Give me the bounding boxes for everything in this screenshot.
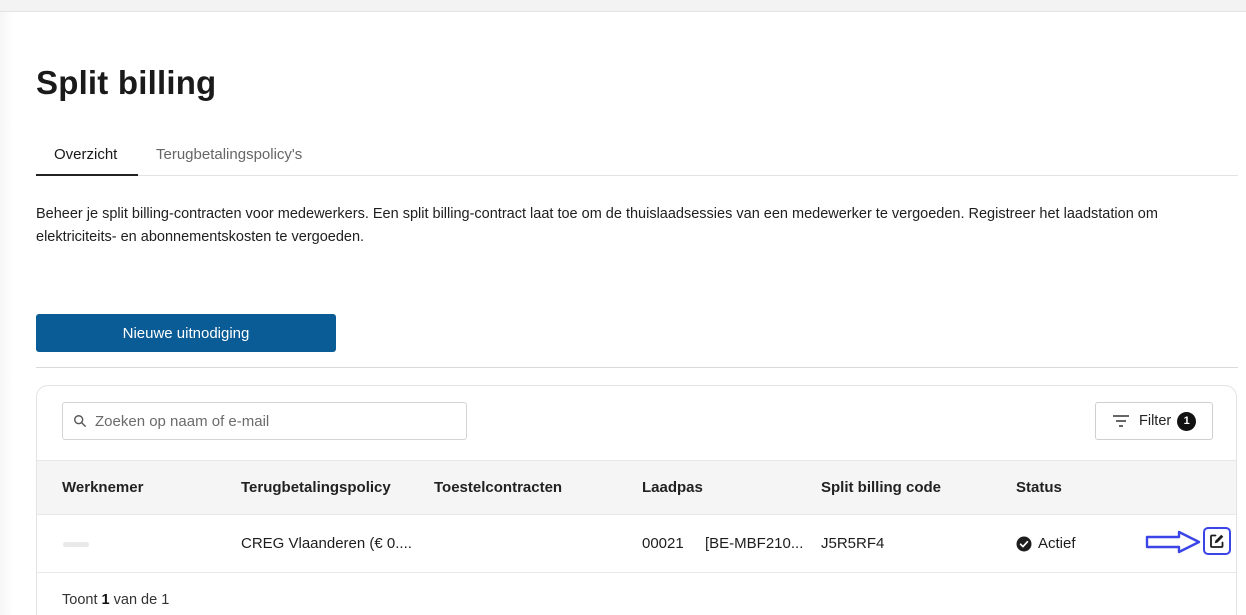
page-title: Split billing [36,64,217,101]
tab-terugbetalingspolicys[interactable]: Terugbetalingspolicy's [156,146,302,163]
edit-button[interactable] [1203,527,1231,555]
column-header-split-billing-code[interactable]: Split billing code [821,479,941,496]
section-divider [36,367,1238,368]
search-box[interactable] [62,402,467,440]
contracts-card: Filter 1 Werknemer Terugbetalingspolicy … [36,385,1237,615]
arrow-right-icon [1145,530,1201,554]
cell-policy: CREG Vlaanderen (€ 0.... [241,535,412,552]
cell-split-billing-code: J5R5RF4 [821,535,885,552]
edit-icon [1210,534,1224,548]
search-icon [74,415,86,427]
search-input[interactable] [95,412,455,430]
tab-bar: Overzicht Terugbetalingspolicy's [36,138,1238,176]
employee-name-redacted [63,542,89,547]
active-tab-indicator [36,174,138,176]
shown-count: 1 [101,592,110,608]
new-invite-button[interactable]: Nieuwe uitnodiging [36,314,336,352]
filter-count-badge: 1 [1177,411,1197,431]
total-count: 1 [161,592,170,608]
filter-button[interactable]: Filter 1 [1095,402,1213,440]
table-header: Werknemer Terugbetalingspolicy Toestelco… [37,460,1236,515]
table-row[interactable]: CREG Vlaanderen (€ 0.... 00021 [BE-MBF21… [37,515,1236,573]
cell-card-number: 00021 [642,535,684,552]
cell-card-id: [BE-MBF210... [705,535,804,552]
pagination-summary: Toont 1 van de 1 [62,592,170,608]
column-header-laadpas[interactable]: Laadpas [642,479,703,496]
top-bar [0,0,1246,12]
filter-label: Filter [1139,413,1172,429]
check-circle-icon [1016,536,1032,551]
column-header-status[interactable]: Status [1016,479,1062,496]
cell-status: Actief [1016,535,1076,552]
column-header-terugbetalingspolicy[interactable]: Terugbetalingspolicy [241,479,391,496]
column-header-werknemer[interactable]: Werknemer [62,479,143,496]
column-header-toestelcontracten[interactable]: Toestelcontracten [434,479,562,496]
tab-overzicht[interactable]: Overzicht [54,146,117,163]
status-label: Actief [1038,535,1076,552]
filter-lines-icon [1113,415,1129,427]
page-description: Beheer je split billing-contracten voor … [36,206,1158,245]
left-edge [0,12,14,615]
